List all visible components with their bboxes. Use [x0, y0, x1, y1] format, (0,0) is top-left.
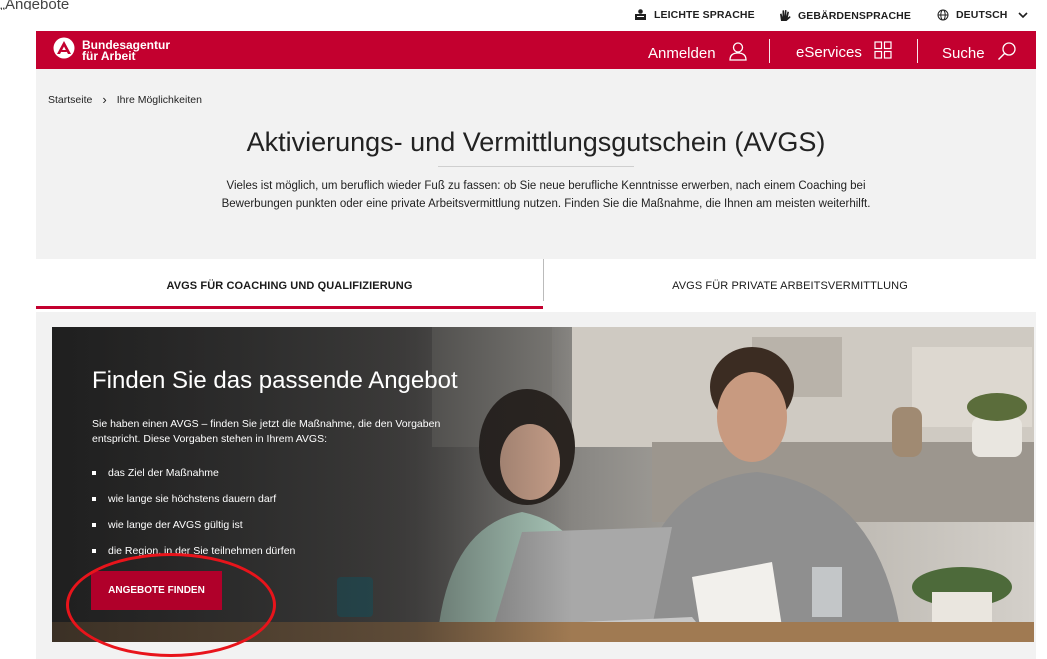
tab-coaching-qualifizierung[interactable]: AVGS FÜR COACHING UND QUALIFIZIERUNG — [36, 259, 543, 312]
requirements-list: das Ziel der Maßnahme wie lange sie höch… — [92, 460, 295, 564]
easy-language-link[interactable]: LEICHTE SPRACHE — [634, 9, 755, 21]
grid-icon — [874, 41, 892, 63]
tab-bar: AVGS FÜR COACHING UND QUALIFIZIERUNG AVG… — [36, 259, 1036, 312]
list-item: die Region, in der Sie teilnehmen dürfen — [92, 538, 295, 564]
easy-language-icon — [634, 9, 647, 21]
find-offers-button[interactable]: ANGEBOTE FINDEN — [91, 571, 222, 610]
hero-description: Sie haben einen AVGS – finden Sie jetzt … — [92, 417, 512, 447]
title-divider — [438, 166, 634, 167]
ba-logo[interactable]: Bundesagentur für Arbeit — [53, 37, 170, 64]
intro-line-1: Vieles ist möglich, um beruflich wieder … — [226, 180, 866, 192]
intro-line-2: Bewerbungen punkten oder eine private Ar… — [221, 198, 871, 210]
sign-language-label: GEBÄRDENSPRACHE — [798, 9, 911, 22]
header-separator — [769, 39, 770, 63]
sign-language-link[interactable]: GEBÄRDENSPRACHE — [778, 9, 911, 22]
easy-language-label: LEICHTE SPRACHE — [654, 9, 755, 21]
eservices-label: eServices — [796, 43, 862, 61]
breadcrumb: Startseite › Ihre Möglichkeiten — [48, 92, 202, 107]
search-button[interactable]: Suche — [942, 41, 1017, 65]
tab-divider — [543, 259, 544, 301]
login-label: Anmelden — [648, 44, 716, 62]
breadcrumb-separator: › — [102, 92, 107, 107]
list-item: wie lange sie höchstens dauern darf — [92, 486, 295, 512]
utility-bar: LEICHTE SPRACHE GEBÄRDENSPRACHE DEUTSCH — [0, 0, 1047, 30]
language-label: DEUTSCH — [956, 9, 1008, 21]
tab-private-arbeitsvermittlung[interactable]: AVGS FÜR PRIVATE ARBEITSVERMITTLUNG — [544, 259, 1036, 312]
active-tab-indicator — [36, 306, 543, 309]
breadcrumb-current: Ihre Möglichkeiten — [116, 93, 202, 106]
ba-logo-icon — [53, 37, 75, 64]
page-title: Aktivierungs- und Vermittlungsgutschein … — [246, 127, 826, 157]
hero-banner: Finden Sie das passende Angebot Sie habe… — [52, 327, 1034, 642]
language-selector[interactable]: DEUTSCH — [937, 9, 1029, 21]
hero-description-line-2: entspricht. Diese Vorgaben stehen in Ihr… — [92, 433, 328, 445]
header-separator — [917, 39, 918, 63]
globe-icon — [937, 9, 949, 21]
breadcrumb-home-link[interactable]: Startseite — [48, 94, 92, 106]
logo-line-2: für Arbeit — [82, 48, 136, 63]
list-item: das Ziel der Maßnahme — [92, 460, 295, 486]
intro-text: Vieles ist möglich, um beruflich wieder … — [136, 177, 956, 213]
list-item: wie lange der AVGS gültig ist — [92, 512, 295, 538]
hero-description-line-1: Sie haben einen AVGS – finden Sie jetzt … — [92, 418, 441, 430]
chevron-down-icon — [1018, 11, 1029, 19]
search-icon — [997, 41, 1017, 65]
search-label: Suche — [942, 44, 985, 62]
login-button[interactable]: Anmelden — [648, 41, 748, 65]
user-icon — [728, 41, 748, 65]
eservices-button[interactable]: eServices — [796, 41, 892, 63]
page-content: Startseite › Ihre Möglichkeiten Aktivier… — [36, 69, 1036, 659]
sign-language-hand-icon — [778, 9, 791, 22]
hero-title: Finden Sie das passende Angebot — [92, 367, 458, 394]
main-header: Bundesagentur für Arbeit Anmelden eServi… — [36, 31, 1036, 69]
